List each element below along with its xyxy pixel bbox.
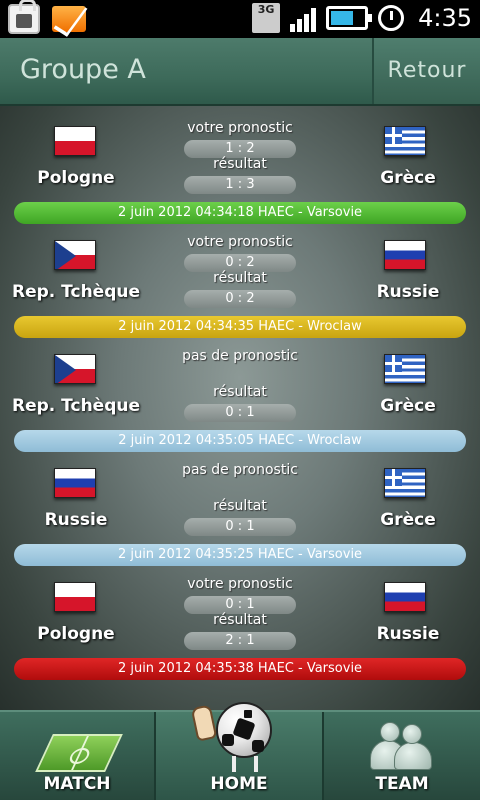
home-team-name: Rep. Tchèque [11,282,140,302]
result-label: résultat [213,498,267,514]
match-row[interactable]: Pologne Russie votre pronostic 0 : 1 résulta… [0,562,480,680]
header-bar: Groupe A Retour [0,38,480,106]
greece-flag-icon [384,126,426,156]
bottom-nav: MATCH HOME TEAM [0,702,480,800]
czech-flag-icon [54,240,96,270]
back-button[interactable]: Retour [372,38,480,104]
tab-home-label: HOME [210,774,268,794]
match-row[interactable]: Rep. Tchèque Grèce pas de pronostic résulta… [0,334,480,452]
poland-flag-icon [54,126,96,156]
prediction-label: votre pronostic [187,576,293,592]
home-team-name: Russie [44,510,108,530]
status-bar: 3G 4:35 [0,0,480,38]
result-label: résultat [213,156,267,172]
mascot-legs-icon [232,756,258,772]
russia-flag-icon [384,240,426,270]
away-team-name: Grèce [380,396,436,416]
match-row[interactable]: Rep. Tchèque Russie votre pronostic 0 : 2 ré… [0,220,480,338]
clock: 4:35 [418,4,472,32]
result-score: 0 : 1 [184,404,296,422]
result-score: 1 : 3 [184,176,296,194]
team-people-icon [370,722,434,770]
prediction-label: pas de pronostic [182,348,298,364]
tab-team[interactable]: TEAM [324,712,480,800]
away-team-name: Grèce [380,510,436,530]
result-score: 0 : 1 [184,518,296,536]
tab-team-label: TEAM [375,774,429,794]
result-label: résultat [213,384,267,400]
home-team-name: Pologne [37,168,115,188]
match-row[interactable]: Pologne Grèce votre pronostic 1 : 2 résultat… [0,106,480,224]
result-score: 2 : 1 [184,632,296,650]
russia-flag-icon [54,468,96,498]
russia-flag-icon [384,582,426,612]
match-list[interactable]: Pologne Grèce votre pronostic 1 : 2 résultat… [0,106,480,710]
tab-match-label: MATCH [43,774,111,794]
greece-flag-icon [384,468,426,498]
prediction-label: votre pronostic [187,120,293,136]
mail-icon[interactable] [52,6,86,32]
away-team-name: Russie [376,282,440,302]
result-label: résultat [213,612,267,628]
signal-icon [290,4,317,32]
away-team-name: Russie [376,624,440,644]
page-title: Groupe A [20,54,146,85]
away-team-name: Grèce [380,168,436,188]
prediction-label: pas de pronostic [182,462,298,478]
greece-flag-icon [384,354,426,384]
result-label: résultat [213,270,267,286]
match-row[interactable]: Russie Grèce pas de pronostic résultat 0 : 1… [0,448,480,566]
3g-data-icon: 3G [252,3,281,33]
prediction-label: votre pronostic [187,234,293,250]
result-score: 0 : 2 [184,290,296,308]
home-team-name: Pologne [37,624,115,644]
tab-match[interactable]: MATCH [0,712,156,800]
soccer-ball-mascot-icon [216,702,272,758]
football-pitch-icon [35,734,123,772]
alarm-icon [378,5,405,31]
battery-icon [326,6,373,30]
home-team-name: Rep. Tchèque [11,396,140,416]
czech-flag-icon [54,354,96,384]
tab-home[interactable]: HOME [156,702,324,800]
thumbs-up-icon [190,704,218,742]
shopping-bag-icon[interactable] [8,0,40,34]
match-date-bar: 2 juin 2012 04:35:38 HAEC - Varsovie [14,658,466,680]
poland-flag-icon [54,582,96,612]
